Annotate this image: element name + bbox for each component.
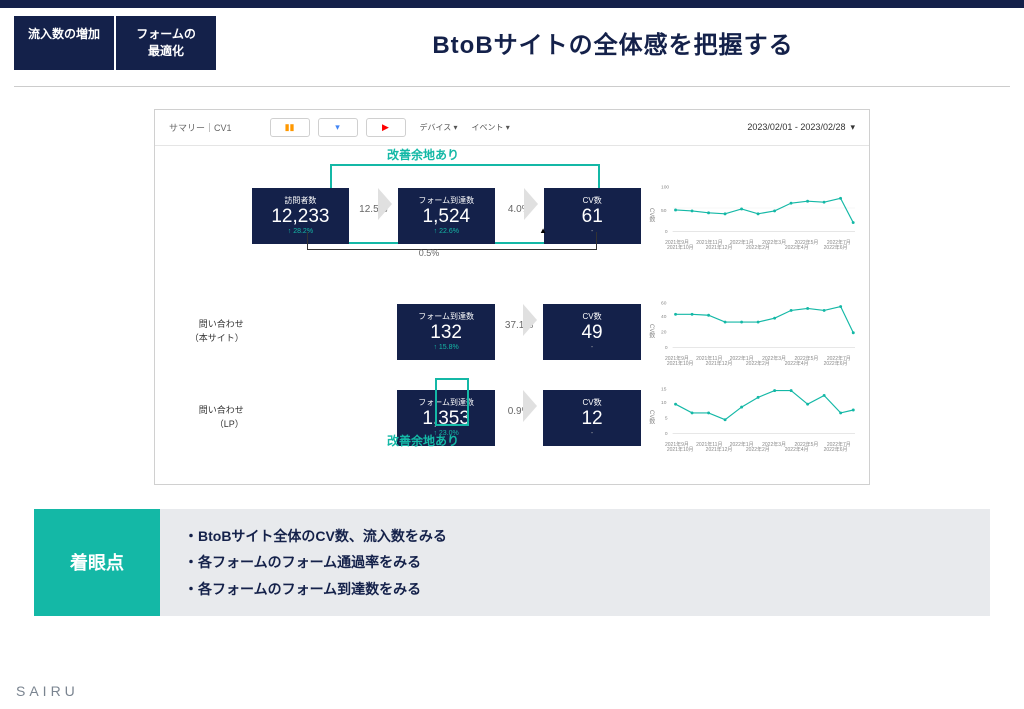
funnel-row-site: 問い合わせ （本サイト） フォーム到達数 132 15.8% 37.1% CV数…	[169, 296, 855, 368]
row-label-site: 問い合わせ （本サイト）	[169, 318, 252, 345]
svg-text:50: 50	[661, 207, 667, 213]
device-filter[interactable]: デバイス ▾	[420, 122, 458, 133]
event-filter[interactable]: イベント ▾	[472, 122, 510, 133]
svg-text:0: 0	[665, 345, 668, 351]
dashboard-screenshot: サマリー｜CV1 ▮▮ ▾ ▶ デバイス ▾ イベント ▾ 2023/02/01…	[154, 109, 870, 485]
mini-chart-3: CV数 151050 2021年9月2021年11月2022年1月2022年3月…	[661, 382, 855, 454]
key-points-label: 着眼点	[34, 509, 160, 617]
metric-cv-2: CV数 49 -	[543, 304, 640, 360]
svg-text:40: 40	[661, 314, 667, 320]
svg-text:0: 0	[665, 229, 668, 235]
svg-text:5: 5	[665, 415, 668, 421]
list-item: BtoBサイト全体のCV数、流入数をみる	[184, 523, 966, 550]
tab-inflow: 流入数の増加	[14, 16, 114, 70]
svg-text:60: 60	[661, 300, 667, 306]
rate-form-cv-1: 4.0%	[508, 204, 531, 215]
key-points-list: BtoBサイト全体のCV数、流入数をみる 各フォームのフォーム通過率をみる 各フ…	[160, 509, 990, 617]
highlight-box-bottom	[435, 378, 469, 426]
page-title: BtoBサイトの全体感を把握する	[216, 25, 1010, 60]
svg-text:15: 15	[661, 386, 667, 392]
metric-form-reach-2: フォーム到達数 132 15.8%	[397, 304, 494, 360]
rate-form-cv-3: 0.9%	[508, 406, 531, 417]
svg-text:100: 100	[661, 184, 669, 190]
metric-cv-3: CV数 12 -	[543, 390, 640, 446]
rate-visitor-form: 12.5%	[359, 204, 387, 215]
direct-cvr-arrow: 0.5%	[259, 232, 599, 258]
mini-chart-2: CV数 6040200 2021年9月2021年11月2022年1月2022年3…	[661, 296, 855, 368]
brand-logo: SAIRU	[16, 683, 79, 699]
svg-text:10: 10	[661, 400, 667, 406]
row-label-lp: 問い合わせ （LP）	[169, 404, 252, 431]
rate-form-cv-2: 37.1%	[505, 320, 533, 331]
key-points-panel: 着眼点 BtoBサイト全体のCV数、流入数をみる 各フォームのフォーム通過率をみ…	[34, 509, 990, 617]
tab-form-opt: フォームの 最適化	[116, 16, 216, 70]
date-range[interactable]: 2023/02/01 - 2023/02/28 ▾	[747, 122, 855, 133]
summary-label: サマリー｜CV1	[169, 121, 232, 134]
analytics-icon[interactable]: ▮▮	[270, 118, 310, 137]
list-item: 各フォームのフォーム通過率をみる	[184, 549, 966, 576]
svg-text:0: 0	[665, 431, 668, 437]
tag-icon[interactable]: ▾	[318, 118, 358, 137]
youtube-icon[interactable]: ▶	[366, 118, 406, 137]
annotation-improvement-bottom: 改善余地あり	[387, 432, 459, 449]
list-item: 各フォームのフォーム到達数をみる	[184, 576, 966, 603]
slide-header: 流入数の増加 フォームの 最適化 BtoBサイトの全体感を把握する	[0, 8, 1024, 86]
mini-chart-1: CV数 100 50 0 2021年9月2021年11月2022年1月2022年…	[661, 180, 855, 252]
svg-text:20: 20	[661, 329, 667, 335]
funnel-row-lp: 問い合わせ （LP） フォーム到達数 1,353 23.0% 0.9% CV数 …	[169, 382, 855, 454]
